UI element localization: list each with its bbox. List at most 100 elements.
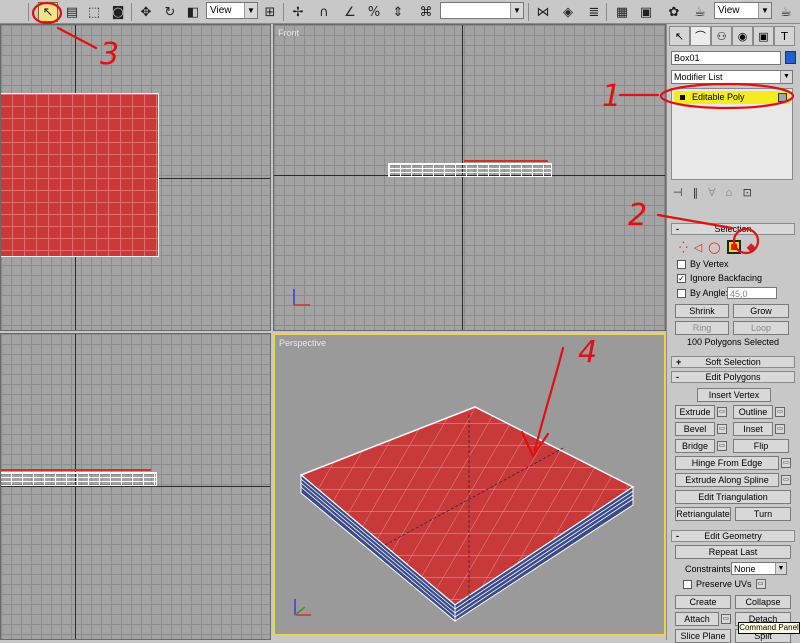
hierarchy-tab-icon[interactable]: ⚇ [711, 26, 732, 46]
mirror-icon[interactable]: ⋈ [533, 2, 553, 22]
grow-button[interactable]: Grow [733, 304, 789, 318]
bridge-button[interactable]: Bridge [675, 439, 715, 453]
select-by-name-icon[interactable]: ▤ [62, 2, 82, 22]
create-tab-icon[interactable]: ↖ [669, 26, 690, 46]
object-name-field[interactable]: Box01 [671, 51, 781, 65]
preserve-uvs-checkbox[interactable] [683, 579, 692, 589]
manipulate-icon[interactable]: ✢ [288, 2, 308, 22]
preserve-uvs-settings-icon[interactable]: ▭ [755, 579, 766, 589]
edit-triangulation-button[interactable]: Edit Triangulation [675, 490, 791, 504]
edge-icon[interactable]: ◁ [694, 241, 702, 254]
rollout-edit-geometry[interactable]: - Edit Geometry [671, 530, 795, 542]
percent-snap-icon[interactable]: % [364, 2, 384, 22]
curve-editor-icon[interactable]: ▦ [612, 2, 632, 22]
spinner-snap-icon[interactable]: ⇕ [388, 2, 408, 22]
select-move-icon[interactable]: ✥ [136, 2, 156, 22]
extrude-settings-icon[interactable]: ▭ [717, 407, 727, 417]
pivot-icon[interactable]: ⊞ [260, 2, 280, 22]
ignore-backfacing-checkbox[interactable]: ✓ [677, 273, 686, 283]
motion-tab-icon[interactable]: ◉ [732, 26, 753, 46]
select-rotate-icon[interactable]: ↻ [160, 2, 180, 22]
schematic-view-icon[interactable]: ▣ [636, 2, 656, 22]
by-angle-row[interactable]: By Angle: [677, 287, 728, 299]
rollout-soft-selection[interactable]: + Soft Selection [671, 356, 795, 368]
hinge-settings-icon[interactable]: ▭ [781, 458, 791, 468]
inset-settings-icon[interactable]: ▭ [775, 424, 785, 434]
by-vertex-checkbox[interactable] [677, 259, 686, 269]
box-left-view[interactable] [1, 472, 157, 486]
viewport-front[interactable]: Front [273, 24, 666, 331]
show-end-result-icon[interactable]: ‖ [693, 186, 699, 202]
angle-snap-icon[interactable]: ∠ [340, 2, 360, 22]
viewport-left[interactable] [0, 333, 271, 640]
display-tab-icon[interactable]: ▣ [753, 26, 774, 46]
constraints-dropdown[interactable]: None ▼ [731, 562, 787, 575]
vertex-icon[interactable]: ⁛ [679, 241, 688, 254]
selected-polygons-top[interactable] [1, 93, 159, 257]
flip-button[interactable]: Flip [733, 439, 789, 453]
inset-button[interactable]: Inset [733, 422, 773, 436]
render-scene-icon[interactable]: ☕ [690, 2, 710, 22]
polygon-icon[interactable] [726, 240, 741, 254]
axis-gizmo-icon [293, 289, 310, 306]
select-scale-icon[interactable]: ◧ [183, 2, 203, 22]
stack-item-editable-poly[interactable]: Editable Poly [674, 91, 790, 104]
outline-settings-icon[interactable]: ▭ [775, 407, 785, 417]
bevel-button[interactable]: Bevel [675, 422, 715, 436]
slice-plane-button[interactable]: Slice Plane [675, 629, 731, 643]
viewport-perspective[interactable]: Perspective [273, 333, 666, 636]
show-end-result-icon [778, 93, 787, 102]
material-editor-icon[interactable]: ✿ [664, 2, 684, 22]
expand-icon[interactable] [679, 94, 686, 101]
layer-manager-icon[interactable]: ≣ [584, 2, 604, 22]
rollout-edit-polygons[interactable]: - Edit Polygons [671, 371, 795, 383]
select-object-icon[interactable]: ↖ [38, 2, 58, 22]
collapse-button[interactable]: Collapse [735, 595, 791, 609]
extrude-along-spline-button[interactable]: Extrude Along Spline [675, 473, 779, 487]
modify-tab-icon[interactable]: ⌒ [690, 26, 711, 46]
align-icon[interactable]: ◈ [558, 2, 578, 22]
perspective-box[interactable] [275, 335, 664, 634]
by-vertex-row[interactable]: By Vertex [677, 258, 729, 270]
snap-icon[interactable]: ∩ [314, 2, 334, 22]
extrude-spline-settings-icon[interactable]: ▭ [781, 475, 791, 485]
shrink-button[interactable]: Shrink [675, 304, 729, 318]
bevel-settings-icon[interactable]: ▭ [717, 424, 727, 434]
extrude-button[interactable]: Extrude [675, 405, 715, 419]
retriangulate-button[interactable]: Retriangulate [675, 507, 731, 521]
render-type-dropdown[interactable]: View ▼ [714, 2, 772, 19]
create-button[interactable]: Create [675, 595, 731, 609]
bridge-settings-icon[interactable]: ▭ [717, 441, 727, 451]
make-unique-icon[interactable]: ∀ [708, 186, 716, 202]
window-crossing-icon[interactable]: ◙ [108, 2, 128, 22]
attach-button[interactable]: Attach [675, 612, 719, 626]
angle-spinner[interactable]: 45,0 [727, 287, 777, 299]
object-color-swatch[interactable] [785, 51, 796, 64]
repeat-last-button[interactable]: Repeat Last [675, 545, 791, 559]
outline-button[interactable]: Outline [733, 405, 773, 419]
attach-settings-icon[interactable]: ▭ [721, 614, 731, 624]
hinge-from-edge-button[interactable]: Hinge From Edge [675, 456, 779, 470]
ignore-backfacing-row[interactable]: ✓ Ignore Backfacing [677, 272, 762, 284]
turn-button[interactable]: Turn [735, 507, 791, 521]
by-angle-checkbox[interactable] [677, 288, 686, 298]
configure-sets-icon[interactable]: ⊡ [743, 186, 752, 202]
quick-render-icon[interactable]: ☕ [776, 2, 796, 22]
box-front-view[interactable] [388, 163, 552, 177]
reference-coord-dropdown[interactable]: View ▼ [206, 2, 258, 19]
insert-vertex-button[interactable]: Insert Vertex [697, 388, 771, 402]
modifier-list-dropdown[interactable]: Modifier List ▼ [671, 70, 793, 84]
remove-modifier-icon[interactable]: ⌂ [726, 186, 733, 202]
viewport-top[interactable] [0, 24, 271, 331]
utilities-tab-icon[interactable]: T [774, 26, 795, 46]
element-icon[interactable]: ◆ [747, 240, 756, 254]
pin-stack-icon[interactable]: ⊣ [673, 186, 683, 202]
ring-button[interactable]: Ring [675, 321, 729, 335]
preserve-uvs-row[interactable]: Preserve UVs ▭ [683, 578, 766, 590]
select-region-icon[interactable]: ⬚ [84, 2, 104, 22]
rollout-selection[interactable]: - Selection [671, 223, 795, 235]
named-selection-dropdown[interactable]: ▼ [440, 2, 524, 19]
named-selection-edit-icon[interactable]: ⌘ [416, 2, 436, 22]
border-icon[interactable]: ◯ [708, 241, 720, 254]
loop-button[interactable]: Loop [733, 321, 789, 335]
